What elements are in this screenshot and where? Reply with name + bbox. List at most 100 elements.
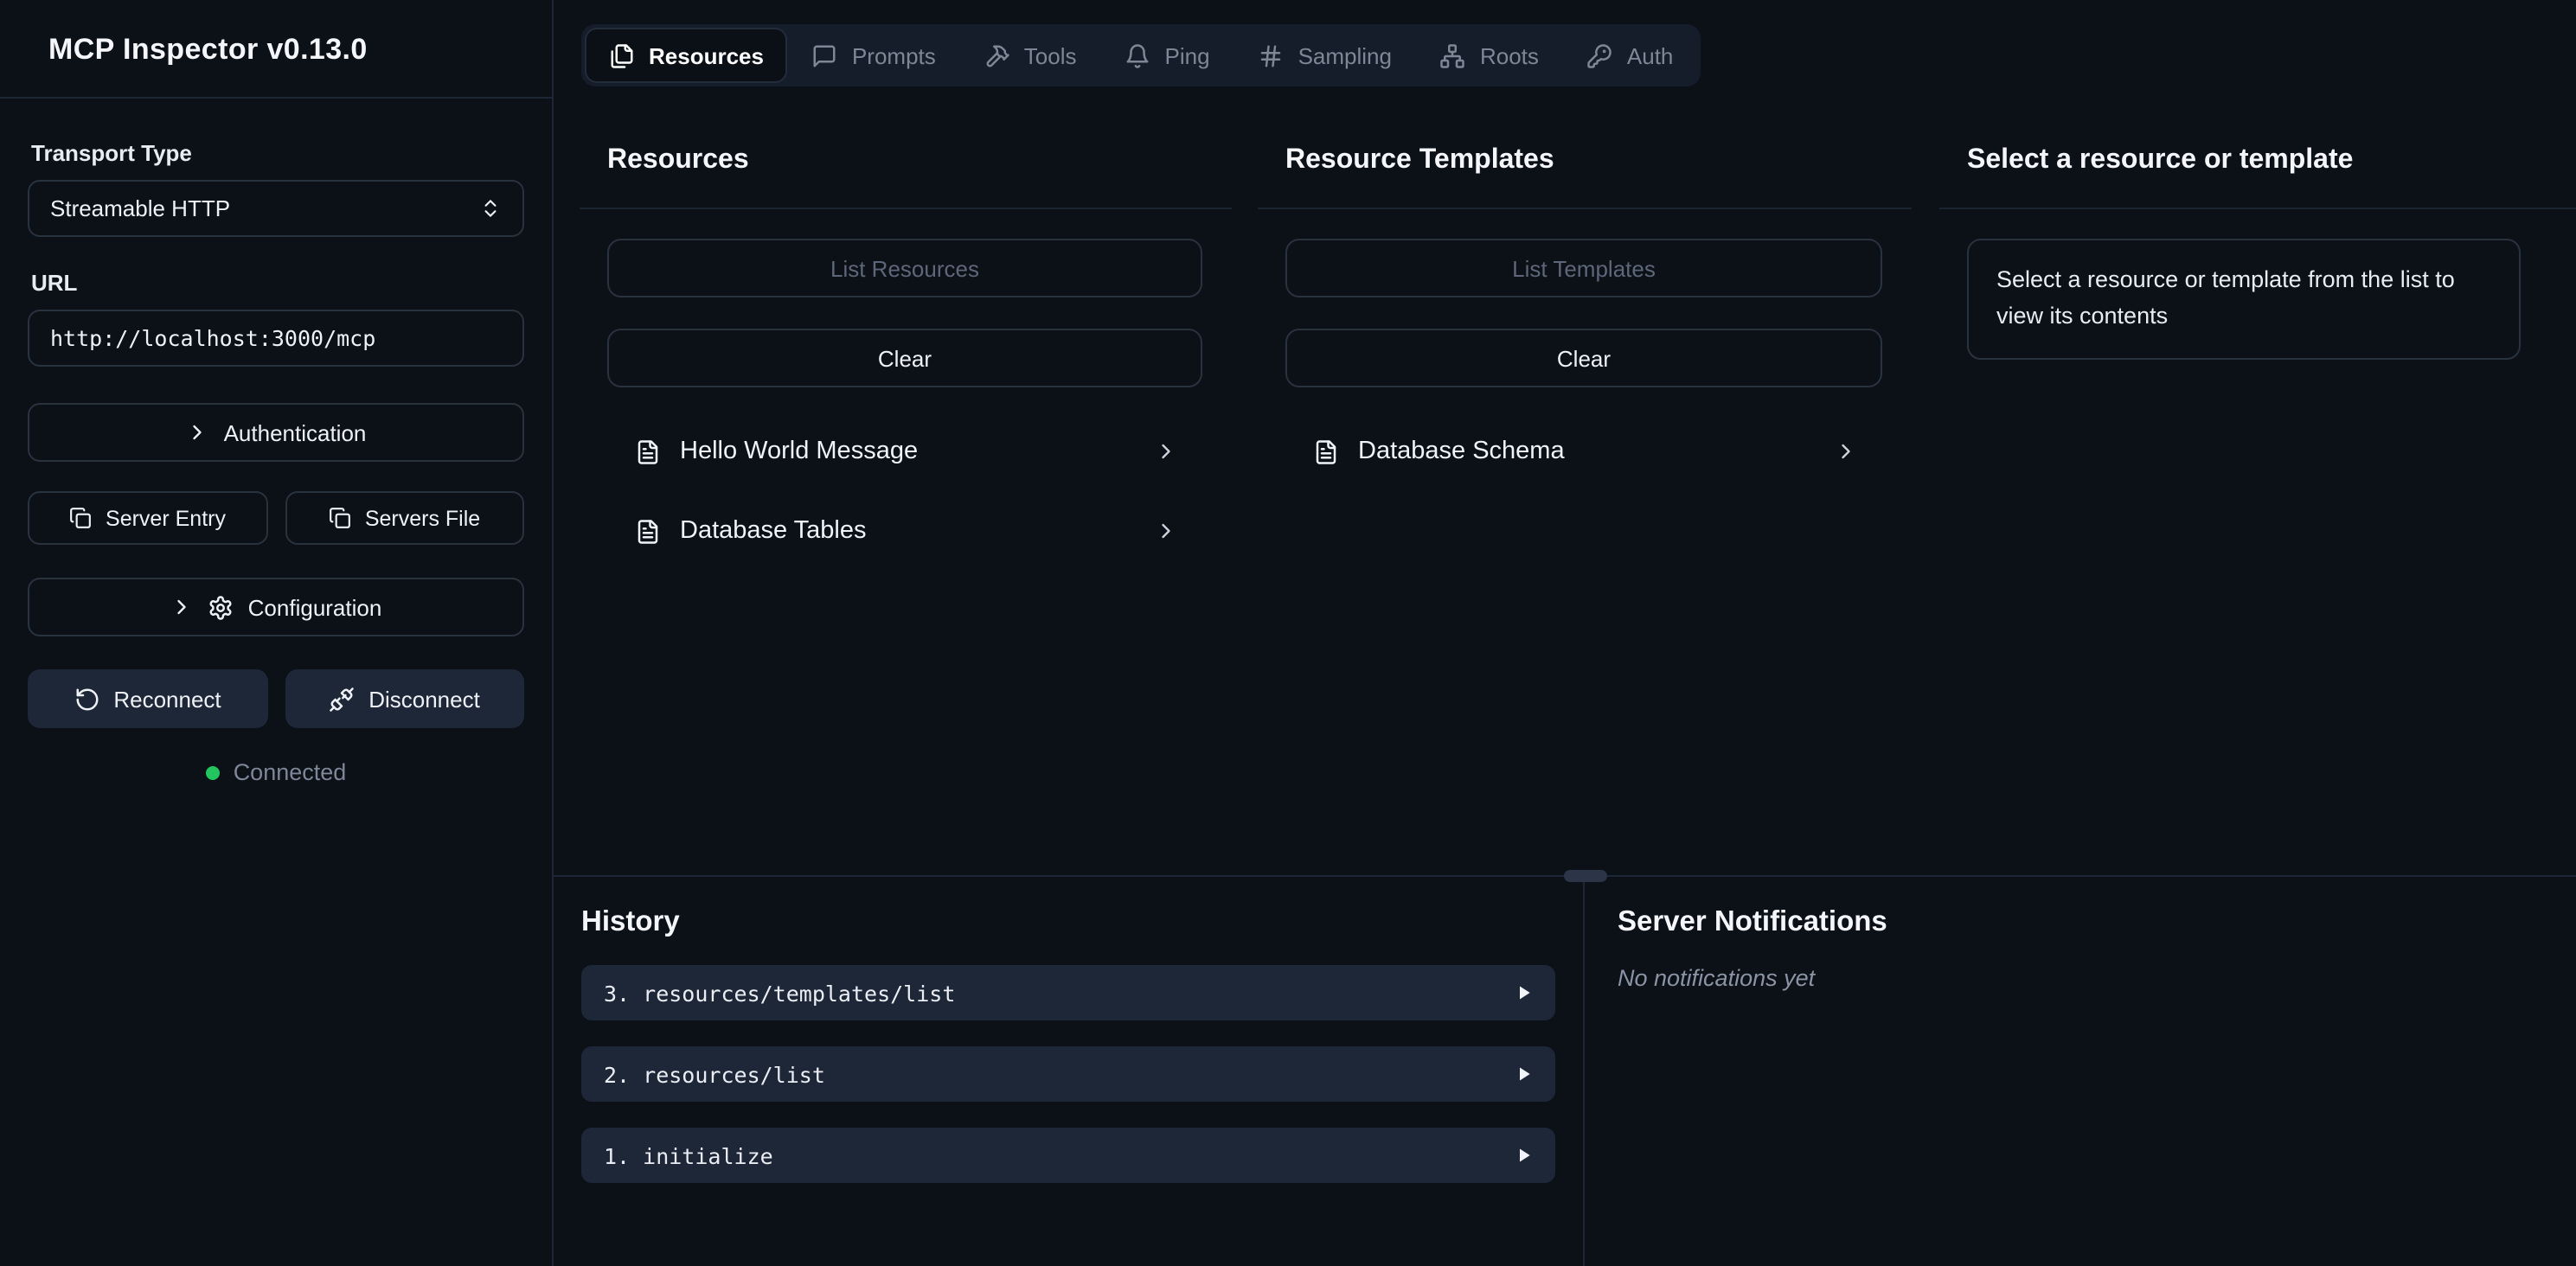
notifications-empty-message: No notifications yet xyxy=(1618,965,2576,991)
resource-item-label: Database Tables xyxy=(680,517,867,545)
panel-resize-handle[interactable] xyxy=(1564,870,1607,882)
list-templates-button[interactable]: List Templates xyxy=(1285,239,1882,297)
templates-list: Database Schema xyxy=(1285,412,1882,491)
tab-resources[interactable]: Resources xyxy=(586,29,786,81)
resource-templates-title: Resource Templates xyxy=(1285,145,1884,176)
history-entry-label: 2. resources/list xyxy=(604,1061,825,1087)
resource-item-label: Hello World Message xyxy=(680,438,918,465)
history-panel: History 3. resources/templates/list 2. r… xyxy=(554,877,1585,1266)
tabbar: Resources Prompts Tools Ping Sampling xyxy=(581,24,1701,86)
play-icon xyxy=(1515,1065,1533,1083)
transport-type-label: Transport Type xyxy=(31,140,524,166)
detail-placeholder-box: Select a resource or template from the l… xyxy=(1967,239,2521,360)
expand-icon-wrap xyxy=(1515,1065,1533,1083)
server-entry-button[interactable]: Server Entry xyxy=(28,491,267,545)
sidebar-header: MCP Inspector v0.13.0 xyxy=(0,0,552,99)
expand-icon-wrap xyxy=(1515,1147,1533,1164)
reconnect-button[interactable]: Reconnect xyxy=(28,669,267,728)
template-item-label: Database Schema xyxy=(1358,438,1565,465)
history-entry[interactable]: 1. initialize xyxy=(581,1128,1555,1183)
status-dot-icon xyxy=(206,765,220,779)
play-icon xyxy=(1515,984,1533,1001)
tab-ping[interactable]: Ping xyxy=(1103,29,1233,81)
resource-templates-panel-header: Resource Templates xyxy=(1258,86,1912,209)
connection-status: Connected xyxy=(28,759,524,785)
tab-label: Tools xyxy=(1024,42,1077,68)
hash-icon xyxy=(1259,42,1285,68)
configuration-button[interactable]: Configuration xyxy=(28,578,524,636)
detail-placeholder-text: Select a resource or template from the l… xyxy=(1996,266,2455,329)
resources-panel: Resources List Resources Clear Hello Wor… xyxy=(580,86,1232,875)
history-entry-label: 3. resources/templates/list xyxy=(604,980,955,1006)
reconnect-label: Reconnect xyxy=(113,686,221,712)
tab-label: Auth xyxy=(1627,42,1674,68)
network-icon xyxy=(1440,42,1466,68)
disconnect-label: Disconnect xyxy=(368,686,480,712)
hammer-icon xyxy=(984,42,1010,68)
detail-title: Select a resource or template xyxy=(1967,145,2548,176)
tab-sampling[interactable]: Sampling xyxy=(1236,29,1414,81)
resource-templates-panel: Resource Templates List Templates Clear … xyxy=(1258,86,1912,875)
tab-label: Ping xyxy=(1165,42,1210,68)
connection-buttons: Reconnect Disconnect xyxy=(28,669,524,728)
disconnect-button[interactable]: Disconnect xyxy=(285,669,524,728)
servers-file-label: Servers File xyxy=(365,506,480,530)
copy-icon xyxy=(329,507,351,529)
chevron-right-icon xyxy=(186,420,210,444)
resource-item-hello-world-message[interactable]: Hello World Message xyxy=(607,412,1202,491)
gear-icon xyxy=(208,594,234,620)
resources-title: Resources xyxy=(607,145,1204,176)
file-text-icon xyxy=(635,438,661,464)
tab-roots[interactable]: Roots xyxy=(1418,29,1561,81)
tab-label: Resources xyxy=(649,42,764,68)
history-entry[interactable]: 3. resources/templates/list xyxy=(581,965,1555,1020)
clear-resources-button[interactable]: Clear xyxy=(607,329,1202,387)
tab-label: Sampling xyxy=(1298,42,1392,68)
detail-panel-body: Select a resource or template from the l… xyxy=(1939,209,2576,360)
sidebar-body: Transport Type Streamable HTTP URL Authe… xyxy=(0,99,552,827)
chevron-right-icon xyxy=(1834,439,1858,464)
app-title: MCP Inspector v0.13.0 xyxy=(48,33,503,67)
resources-panel-body: List Resources Clear Hello World Message… xyxy=(580,209,1232,571)
history-title: History xyxy=(581,906,1555,939)
list-resources-button[interactable]: List Resources xyxy=(607,239,1202,297)
tab-auth[interactable]: Auth xyxy=(1565,29,1696,81)
copy-icon xyxy=(69,507,92,529)
server-notifications-panel: Server Notifications No notifications ye… xyxy=(1585,877,2576,1266)
authentication-label: Authentication xyxy=(224,419,367,445)
transport-type-select[interactable]: Streamable HTTP xyxy=(28,180,524,237)
chevron-right-icon xyxy=(1154,439,1178,464)
message-square-icon xyxy=(812,42,838,68)
resource-item-database-tables[interactable]: Database Tables xyxy=(607,491,1202,571)
status-label: Connected xyxy=(234,759,347,785)
url-input[interactable] xyxy=(28,310,524,367)
content-bottom: History 3. resources/templates/list 2. r… xyxy=(554,875,2576,1266)
history-entry[interactable]: 2. resources/list xyxy=(581,1046,1555,1102)
tab-label: Roots xyxy=(1480,42,1539,68)
files-icon xyxy=(609,42,635,68)
server-entry-label: Server Entry xyxy=(106,506,226,530)
sidebar: MCP Inspector v0.13.0 Transport Type Str… xyxy=(0,0,554,1266)
clear-templates-button[interactable]: Clear xyxy=(1285,329,1882,387)
app: MCP Inspector v0.13.0 Transport Type Str… xyxy=(0,0,2576,1266)
tab-tools[interactable]: Tools xyxy=(962,29,1099,81)
server-notifications-title: Server Notifications xyxy=(1618,906,2576,939)
resources-panel-header: Resources xyxy=(580,86,1232,209)
file-text-icon xyxy=(635,518,661,544)
detail-panel-header: Select a resource or template xyxy=(1939,86,2576,209)
server-config-buttons: Server Entry Servers File xyxy=(28,491,524,545)
file-text-icon xyxy=(1313,438,1339,464)
transport-type-value: Streamable HTTP xyxy=(50,195,230,221)
servers-file-button[interactable]: Servers File xyxy=(285,491,524,545)
content-top: Resources List Resources Clear Hello Wor… xyxy=(554,86,2576,875)
rotate-ccw-icon xyxy=(74,686,99,712)
url-label: URL xyxy=(31,270,524,296)
history-list: 3. resources/templates/list 2. resources… xyxy=(581,965,1555,1183)
template-item-database-schema[interactable]: Database Schema xyxy=(1285,412,1882,491)
unplug-icon xyxy=(329,686,355,712)
tab-prompts[interactable]: Prompts xyxy=(790,29,958,81)
chevron-right-icon xyxy=(170,595,195,619)
authentication-button[interactable]: Authentication xyxy=(28,403,524,462)
key-icon xyxy=(1587,42,1613,68)
chevron-right-icon xyxy=(1154,519,1178,543)
